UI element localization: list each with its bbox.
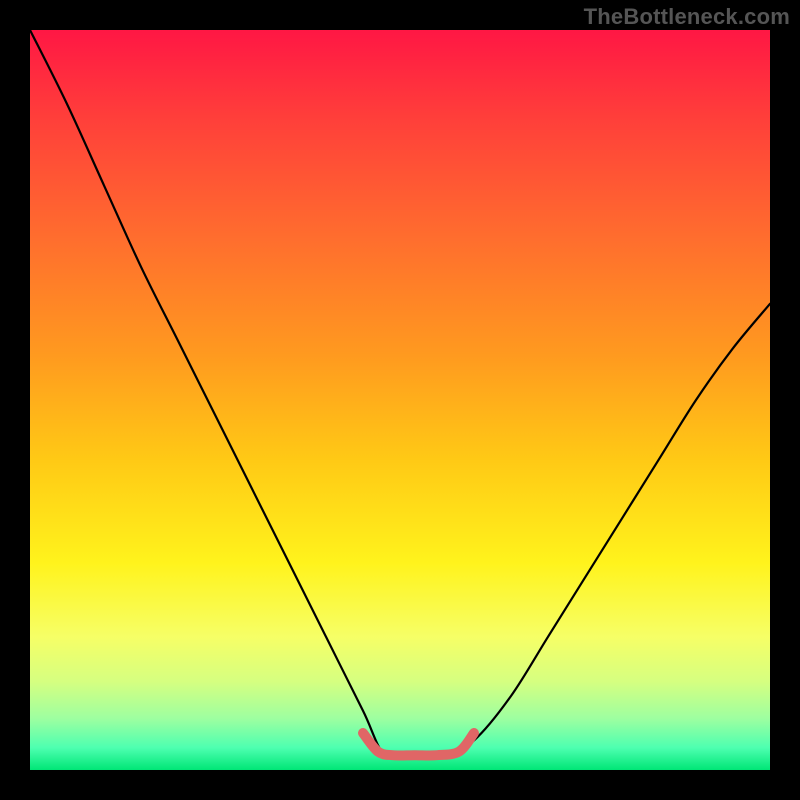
bottleneck-chart bbox=[30, 30, 770, 770]
app-frame: TheBottleneck.com bbox=[0, 0, 800, 800]
watermark-text: TheBottleneck.com bbox=[584, 4, 790, 30]
chart-area bbox=[30, 30, 770, 770]
gradient-background bbox=[30, 30, 770, 770]
